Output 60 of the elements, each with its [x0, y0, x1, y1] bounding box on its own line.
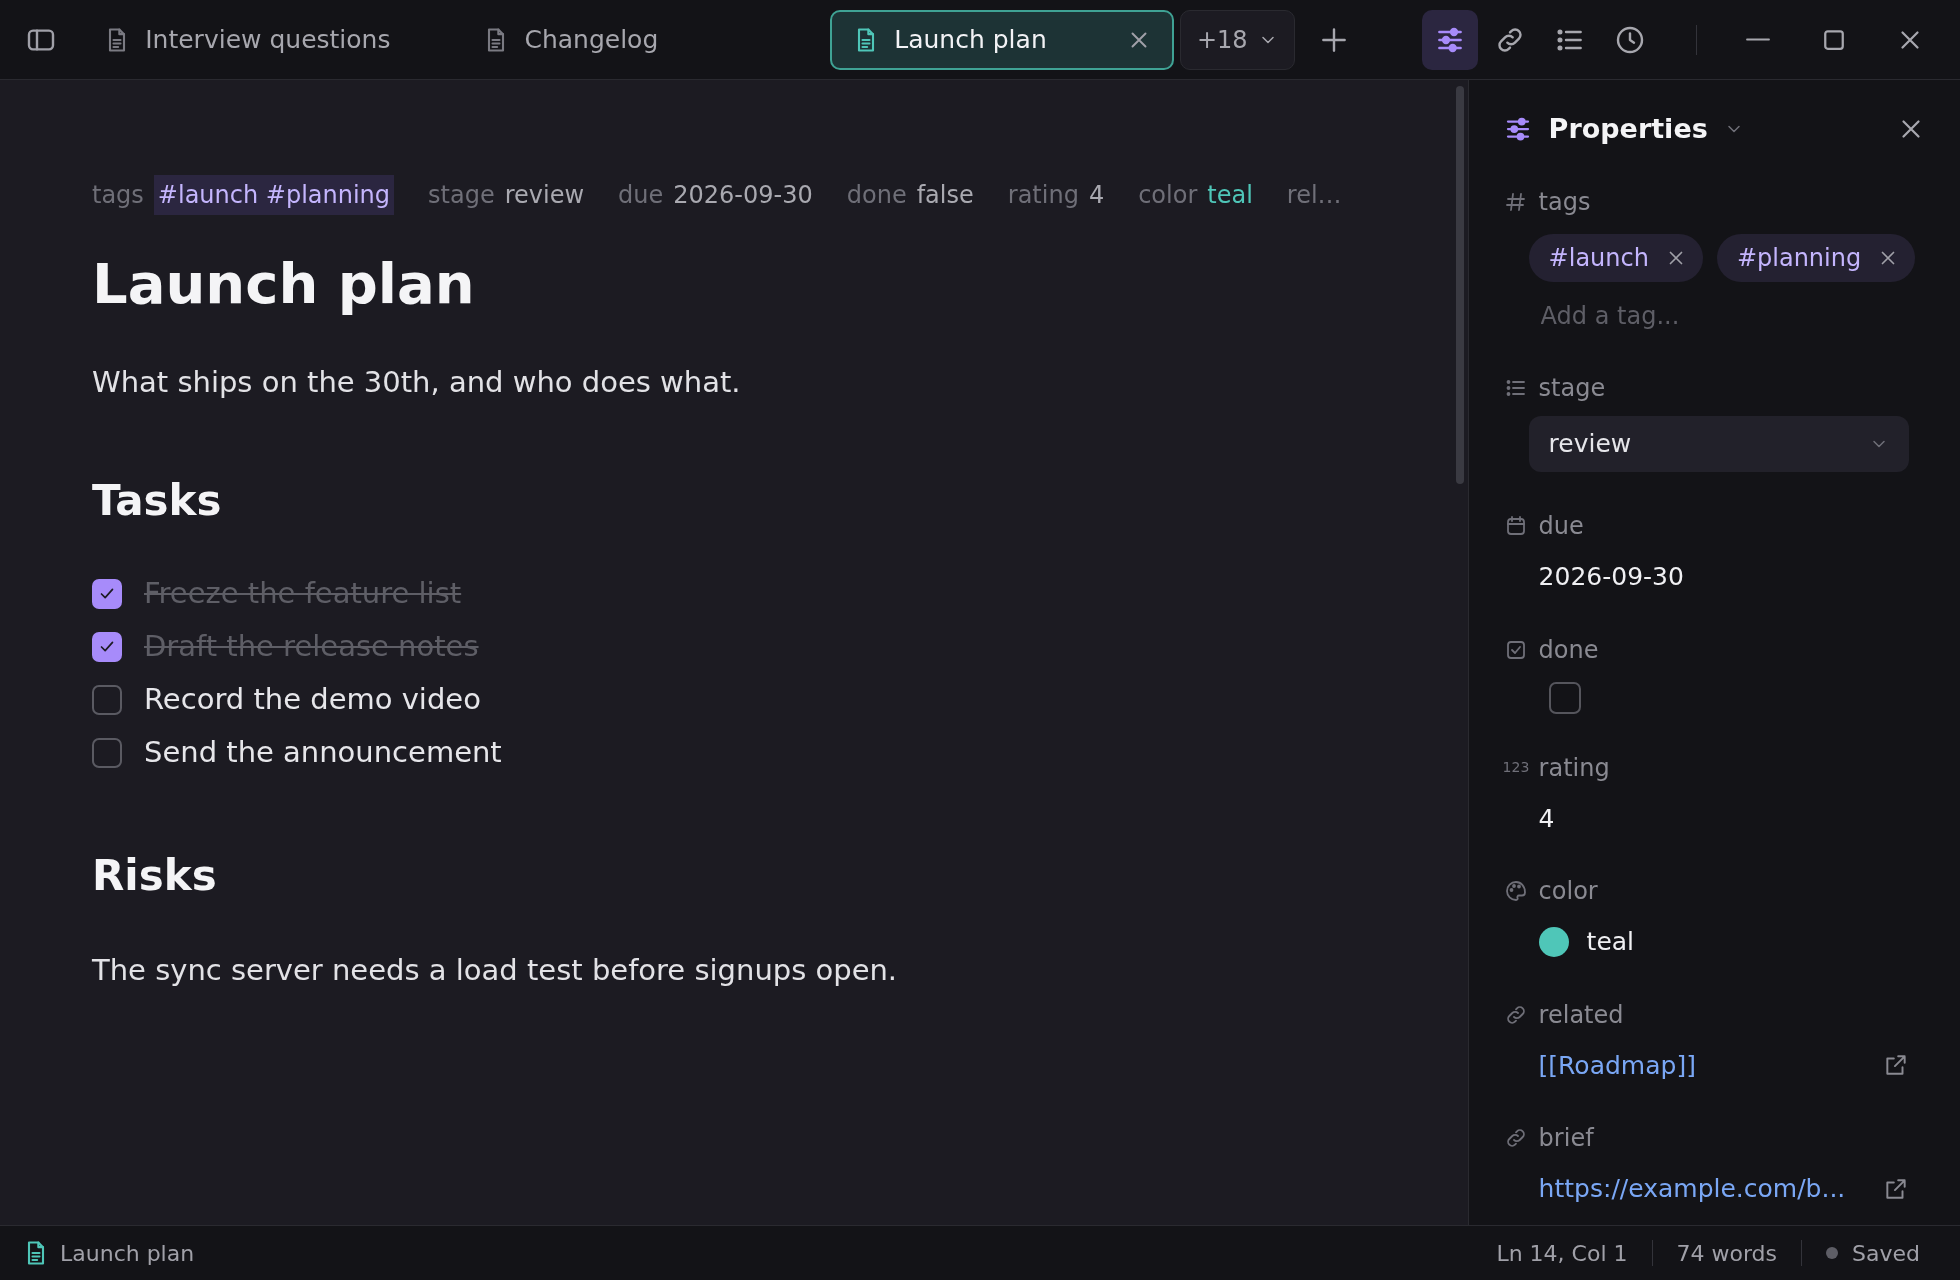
hash-icon	[1503, 190, 1528, 214]
property-key: tags	[92, 177, 144, 213]
property-value: review	[504, 180, 585, 211]
tab[interactable]: Changelog	[462, 9, 679, 70]
minimize-icon	[1745, 38, 1772, 41]
property-key: stage	[428, 177, 495, 213]
heading: Tasks	[92, 474, 223, 527]
palette-icon	[1503, 879, 1528, 903]
property-value: 2026-09-30	[673, 180, 813, 211]
number-type-icon: 123	[1502, 757, 1529, 778]
word-count: 74 words	[1676, 1239, 1778, 1268]
document-title: Launch plan	[92, 250, 476, 318]
checkbox[interactable]	[92, 685, 122, 715]
tab[interactable]: Interview questions	[83, 9, 411, 70]
checkbox[interactable]	[92, 632, 122, 662]
property-value: 4	[1088, 180, 1105, 211]
paragraph: What ships on the 30th, and who does what.	[92, 364, 742, 401]
checkbox[interactable]	[1548, 681, 1581, 714]
property-value: #launch #planning	[153, 175, 395, 215]
property-label: color	[1538, 876, 1598, 907]
property-label: due	[1538, 511, 1584, 542]
property-label: done	[1538, 634, 1599, 666]
task-text: Draft the release notes	[144, 628, 479, 666]
property-key: rel…	[1286, 177, 1342, 213]
property-label: brief	[1538, 1123, 1594, 1154]
tab[interactable]: Launch plan	[830, 9, 1174, 70]
add-tag-field[interactable]: Add a tag...	[1540, 298, 1841, 334]
more-tabs-button[interactable]: +18	[1179, 9, 1295, 70]
property-value: teal	[1586, 926, 1635, 958]
stage-dropdown[interactable]: review	[1528, 416, 1909, 472]
link[interactable]: [[Roadmap]]	[1538, 1046, 1696, 1084]
property-value: 4	[1538, 803, 1555, 833]
cursor-position: Ln 14, Col 1	[1496, 1239, 1628, 1268]
checkbox[interactable]	[92, 738, 122, 768]
property-value: false	[916, 180, 974, 211]
link[interactable]: https://example.com/b...	[1538, 1170, 1846, 1208]
paragraph: The sync server needs a load test before signups open.	[92, 951, 899, 989]
property-label: stage	[1538, 373, 1606, 404]
task-text: Send the announcement	[144, 734, 502, 772]
checkbox[interactable]	[92, 579, 122, 609]
property-key: due	[618, 177, 664, 213]
heading: Risks	[92, 849, 218, 902]
tag-chip[interactable]: #launch	[1528, 234, 1703, 282]
save-status: Saved	[1852, 1239, 1920, 1268]
property-key: done	[846, 177, 907, 213]
property-key: color	[1138, 177, 1198, 213]
task-text: Freeze the feature list	[144, 575, 462, 613]
property-label: related	[1538, 999, 1624, 1031]
status-file-name: Launch plan	[60, 1239, 195, 1268]
task-text: Record the demo video	[144, 681, 481, 719]
property-label: tags	[1538, 187, 1591, 218]
property-value: teal	[1207, 180, 1253, 211]
property-value: 2026-09-30	[1538, 562, 1684, 591]
scrollbar[interactable]	[1455, 86, 1464, 484]
property-label: rating	[1538, 752, 1610, 784]
panel-title: Properties	[1548, 111, 1708, 146]
color-swatch[interactable]	[1538, 926, 1569, 957]
tag-chip[interactable]: #planning	[1716, 234, 1916, 282]
property-key: rating	[1007, 177, 1079, 213]
properties-button[interactable]	[1422, 9, 1479, 70]
